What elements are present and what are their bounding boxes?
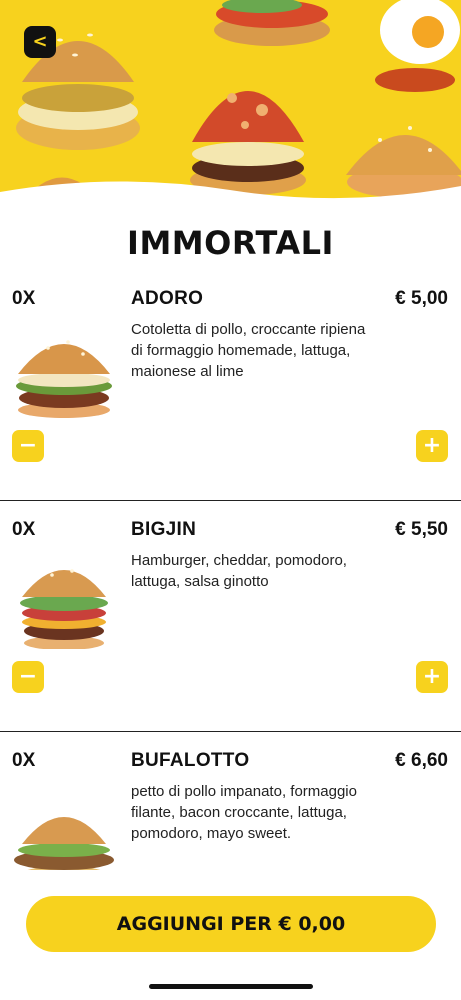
menu-item-bigjin: 0X BIGJIN € 5,50 Hamburger, cheddar, pom…	[0, 501, 461, 731]
section-title: IMMORTALI	[127, 224, 334, 262]
item-quantity: 0X	[12, 750, 36, 771]
item-quantity: 0X	[12, 519, 36, 540]
item-name: BUFALOTTO	[131, 750, 250, 771]
chevron-left-icon: <	[32, 31, 48, 52]
menu-item-adoro: 0X ADORO € 5,00 Cotoletta di pollo, croc…	[0, 270, 461, 500]
item-price: € 5,50	[395, 519, 448, 540]
increment-button[interactable]: +	[416, 661, 448, 693]
hero-banner: <	[0, 0, 461, 205]
item-quantity: 0X	[12, 288, 36, 309]
burger-illustration	[214, 0, 330, 46]
burgers-hero-image	[0, 0, 461, 205]
item-name: BIGJIN	[131, 519, 197, 540]
burger-photo	[16, 340, 112, 418]
home-indicator	[149, 984, 313, 989]
item-name: ADORO	[131, 288, 204, 309]
decrement-button[interactable]: −	[12, 430, 44, 462]
decrement-button[interactable]: −	[12, 661, 44, 693]
add-to-cart-button[interactable]: AGGIUNGI PER € 0,00	[26, 896, 436, 952]
burger-photo	[20, 569, 108, 649]
back-button[interactable]: <	[24, 26, 56, 58]
egg-illustration	[375, 0, 460, 92]
increment-button[interactable]: +	[416, 430, 448, 462]
item-price: € 5,00	[395, 288, 448, 309]
item-price: € 6,60	[395, 750, 448, 771]
item-description: Hamburger, cheddar, pomodoro, lattuga, s…	[131, 552, 347, 590]
burger-photo	[14, 817, 114, 880]
item-description: Cotoletta di pollo, croccante ripiena di…	[131, 321, 366, 380]
item-description: petto di pollo impanato, formaggio filan…	[131, 783, 357, 842]
